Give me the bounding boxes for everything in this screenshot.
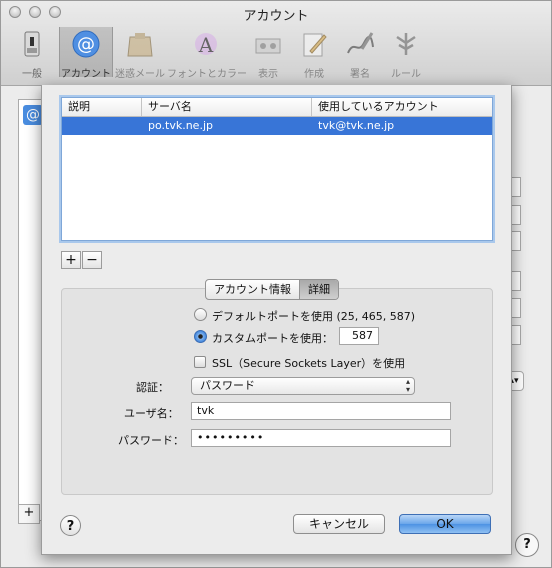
help-button[interactable]: ? xyxy=(60,515,81,536)
custom-port-label: カスタムポートを使用： xyxy=(212,332,333,345)
toolbar-rules-label: ルール xyxy=(391,69,421,80)
toolbar-accounts-label: アカウント xyxy=(61,69,111,80)
column-header-description[interactable]: 説明 xyxy=(62,98,142,116)
add-server-button[interactable]: + xyxy=(61,251,81,269)
toolbar-junk[interactable]: 迷惑メール xyxy=(113,27,167,80)
password-label: パスワード： xyxy=(118,434,184,447)
toolbar-signatures-label: 署名 xyxy=(350,69,370,80)
cell-description xyxy=(62,117,142,135)
background-help-button[interactable]: ? xyxy=(515,533,539,557)
default-port-label: デフォルトポートを使用 (25, 465, 587) xyxy=(212,310,416,323)
remove-server-button[interactable]: − xyxy=(82,251,102,269)
compose-icon xyxy=(298,29,330,59)
ok-button[interactable]: OK xyxy=(399,514,491,534)
column-header-account[interactable]: 使用しているアカウント xyxy=(312,98,492,116)
window-title: アカウント xyxy=(243,9,309,24)
preferences-window: アカウント 一般 @ アカウント 迷惑メール A フォントとカラー 表示 作成 … xyxy=(0,0,552,568)
tab-details[interactable]: 詳細 xyxy=(299,280,338,299)
signature-icon xyxy=(344,29,376,59)
table-row[interactable]: po.tvk.ne.jp tvk@tvk.ne.jp xyxy=(62,117,492,135)
default-port-radio[interactable] xyxy=(194,308,207,321)
svg-text:A: A xyxy=(198,33,214,57)
cancel-button[interactable]: キャンセル xyxy=(293,514,385,534)
smtp-server-sheet: 説明 サーバ名 使用しているアカウント po.tvk.ne.jp tvk@tvk… xyxy=(41,85,512,555)
toolbar-general[interactable]: 一般 xyxy=(5,27,59,80)
tab-account-info[interactable]: アカウント情報 xyxy=(206,280,299,299)
server-table[interactable]: 説明 サーバ名 使用しているアカウント po.tvk.ne.jp tvk@tvk… xyxy=(61,97,493,241)
auth-label: 認証： xyxy=(136,381,169,394)
cell-account: tvk@tvk.ne.jp xyxy=(318,119,395,132)
toolbar-fonts-colors[interactable]: A フォントとカラー xyxy=(167,27,247,80)
auth-value: パスワード xyxy=(200,379,255,392)
svg-text:@: @ xyxy=(77,34,95,55)
table-header: 説明 サーバ名 使用しているアカウント xyxy=(62,98,492,117)
toolbar: 一般 @ アカウント 迷惑メール A フォントとカラー 表示 作成 署名 ルール xyxy=(5,27,429,80)
username-input[interactable]: tvk xyxy=(191,402,451,420)
tab-bar: アカウント情報 詳細 xyxy=(205,279,339,300)
rules-icon xyxy=(390,29,422,59)
switch-icon xyxy=(16,29,48,59)
custom-port-input[interactable]: 587 xyxy=(339,327,379,345)
ssl-label: SSL（Secure Sockets Layer）を使用 xyxy=(212,357,406,370)
font-icon: A xyxy=(190,29,222,59)
toolbar-junk-label: 迷惑メール xyxy=(115,69,165,80)
toolbar-signatures[interactable]: 署名 xyxy=(337,27,383,80)
toolbar-fonts-colors-label: フォントとカラー xyxy=(167,69,247,80)
toolbar-compose-label: 作成 xyxy=(304,69,324,80)
cell-server: po.tvk.ne.jp xyxy=(148,119,213,132)
at-icon: @ xyxy=(70,29,102,59)
toolbar-accounts[interactable]: @ アカウント xyxy=(59,27,113,80)
title-bar: アカウント 一般 @ アカウント 迷惑メール A フォントとカラー 表示 作成 … xyxy=(1,1,551,86)
auth-popup[interactable]: パスワード ▴ ▾ xyxy=(191,377,415,395)
toolbar-rules[interactable]: ルール xyxy=(383,27,429,80)
username-label: ユーザ名： xyxy=(124,407,179,420)
toolbar-view[interactable]: 表示 xyxy=(245,27,291,80)
password-input[interactable]: ••••••••• xyxy=(191,429,451,447)
custom-port-radio[interactable] xyxy=(194,330,207,343)
ssl-checkbox[interactable] xyxy=(194,356,206,368)
column-header-server[interactable]: サーバ名 xyxy=(142,98,312,116)
background-account-at-icon: @ xyxy=(23,105,43,125)
popup-arrows-icon: ▴ ▾ xyxy=(405,377,410,394)
junk-bag-icon xyxy=(124,29,156,59)
toolbar-compose[interactable]: 作成 xyxy=(291,27,337,80)
toolbar-view-label: 表示 xyxy=(258,69,278,80)
background-add-account-button[interactable]: + xyxy=(18,504,40,524)
toolbar-general-label: 一般 xyxy=(22,69,42,80)
view-icon xyxy=(252,29,284,59)
